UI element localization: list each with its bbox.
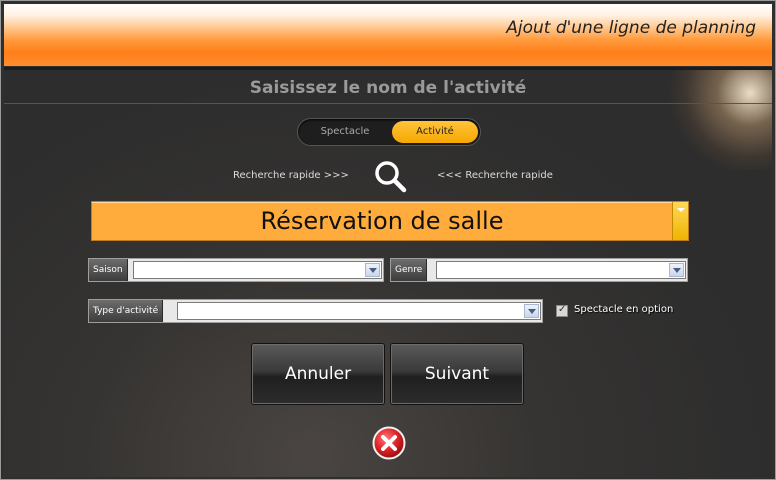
dialog-window: Ajout d'une ligne de planning Saisissez … (0, 0, 776, 480)
quick-search-label-right: <<< Recherche rapide (437, 170, 553, 181)
close-icon[interactable] (372, 426, 406, 460)
genre-dropdown-button[interactable] (669, 263, 684, 277)
window-title: Ajout d'une ligne de planning (506, 18, 756, 38)
cancel-button[interactable]: Annuler (252, 344, 384, 404)
type-activite-select[interactable] (177, 302, 541, 320)
saison-dropdown-button[interactable] (365, 263, 380, 277)
next-button[interactable]: Suivant (391, 344, 523, 404)
chevron-down-icon (673, 268, 681, 273)
genre-label: Genre (391, 259, 428, 281)
toggle-activite[interactable]: Activité (392, 121, 478, 143)
title-underline (4, 103, 772, 104)
chevron-down-icon (369, 268, 377, 273)
spectacle-option-label[interactable]: Spectacle en option (574, 304, 673, 315)
chevron-down-icon (677, 208, 685, 212)
toggle-spectacle[interactable]: Spectacle (301, 121, 389, 143)
header-bar: Ajout d'une ligne de planning (4, 4, 772, 66)
type-activite-field: Type d'activité (88, 299, 543, 323)
mode-toggle: Spectacle Activité (297, 118, 481, 146)
genre-field: Genre (390, 258, 688, 282)
page-title: Saisissez le nom de l'activité (249, 78, 527, 98)
saison-field: Saison (88, 258, 384, 282)
activity-name-value[interactable]: Réservation de salle (92, 202, 672, 240)
spectacle-option-checkbox[interactable]: ✓ (556, 304, 568, 317)
search-icon[interactable] (372, 158, 408, 194)
chevron-down-icon (528, 309, 536, 314)
quick-search-label-left: Recherche rapide >>> (233, 170, 349, 181)
genre-select[interactable] (436, 261, 686, 279)
check-icon: ✓ (558, 304, 567, 315)
saison-select[interactable] (133, 261, 382, 279)
type-activite-label: Type d'activité (89, 300, 164, 322)
activity-dropdown-button[interactable] (672, 202, 688, 240)
activity-combobox[interactable]: Réservation de salle (91, 201, 689, 241)
type-activite-dropdown-button[interactable] (524, 304, 539, 318)
saison-label: Saison (89, 259, 128, 281)
main-panel: Saisissez le nom de l'activité Spectacle… (4, 70, 772, 477)
